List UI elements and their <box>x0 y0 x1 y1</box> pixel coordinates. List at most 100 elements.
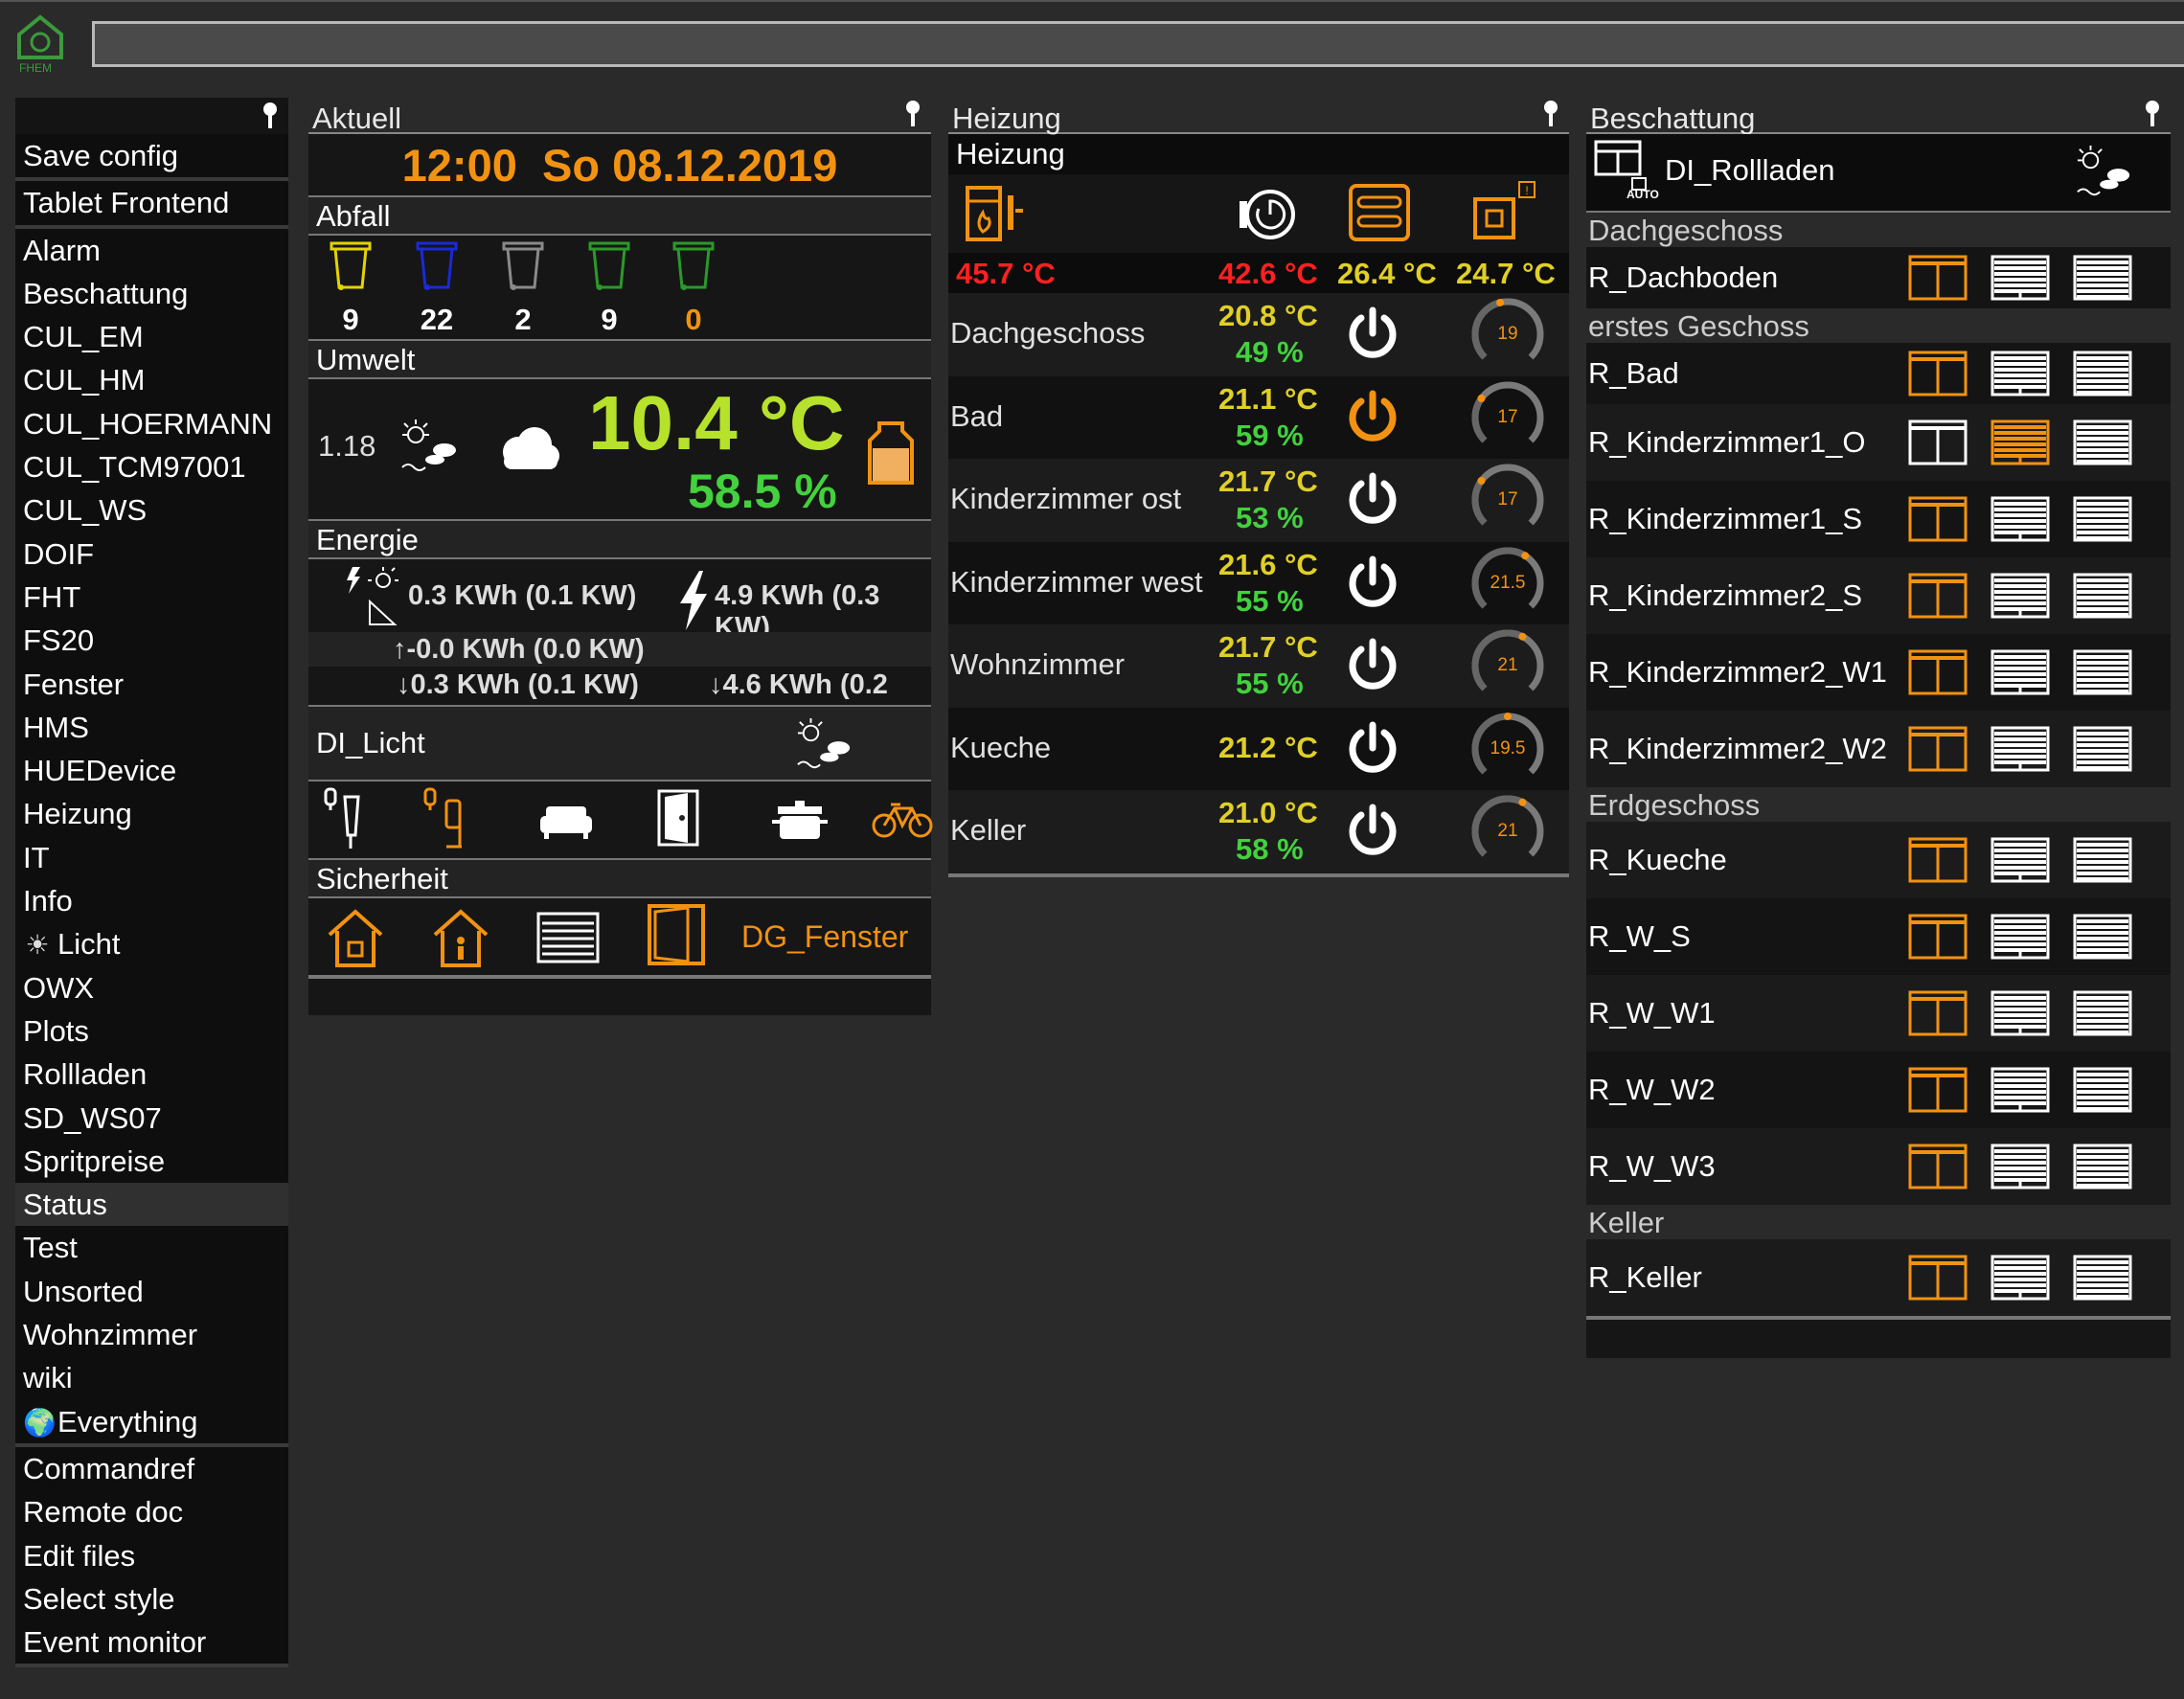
shutter-half-icon[interactable] <box>1991 649 2050 695</box>
menu-item-huedevice[interactable]: HUEDevice <box>15 749 288 792</box>
shutter-half-icon[interactable] <box>1991 255 2050 301</box>
house-lock-icon[interactable] <box>326 908 385 969</box>
shutter-half-icon[interactable] <box>1991 726 2050 772</box>
menu-item-it[interactable]: IT <box>15 836 288 879</box>
sun-cloud-icon[interactable] <box>793 716 856 774</box>
shutter-open-icon[interactable] <box>1908 837 1968 883</box>
menu-item-plots[interactable]: Plots <box>15 1009 288 1053</box>
shutter-name[interactable]: R_Kinderzimmer2_S <box>1588 578 1862 613</box>
menu-item-wiki[interactable]: wiki <box>15 1356 288 1399</box>
shutter-name[interactable]: R_Kinderzimmer1_S <box>1588 502 1862 536</box>
power-icon[interactable] <box>1345 390 1400 445</box>
door-icon[interactable] <box>655 789 701 847</box>
shutter-name[interactable]: R_Dachboden <box>1588 261 1778 295</box>
shutter-open-icon[interactable] <box>1908 255 1968 301</box>
menu-item-fs20[interactable]: FS20 <box>15 619 288 662</box>
wall-lamp-icon[interactable] <box>322 787 360 850</box>
command-input[interactable] <box>92 21 2184 67</box>
heating-room-row[interactable]: Kueche 21.2 °C 19.5 <box>948 707 1569 790</box>
shutter-half-icon[interactable] <box>1991 419 2050 465</box>
shutter-half-icon[interactable] <box>1991 351 2050 396</box>
menu-item-edit-files[interactable]: Edit files <box>15 1534 288 1577</box>
power-icon[interactable] <box>1345 804 1400 859</box>
power-icon[interactable] <box>1345 555 1400 611</box>
shutter-open-icon[interactable] <box>1908 726 1968 772</box>
power-icon[interactable] <box>1345 306 1400 362</box>
menu-item-doif[interactable]: DOIF <box>15 532 288 576</box>
heating-room-row[interactable]: Bad 21.1 °C 59 % 17 <box>948 375 1569 459</box>
heating-room-row[interactable]: Kinderzimmer west 21.6 °C 55 % 21.5 <box>948 541 1569 624</box>
shutter-open-icon[interactable] <box>1908 1067 1968 1113</box>
menu-item-sd-ws07[interactable]: SD_WS07 <box>15 1097 288 1140</box>
shutter-name[interactable]: R_Keller <box>1588 1260 1702 1295</box>
menu-item-fht[interactable]: FHT <box>15 576 288 619</box>
shutter-name[interactable]: R_Bad <box>1588 356 1679 391</box>
shutter-open-icon[interactable] <box>1908 649 1968 695</box>
menu-item-unsorted[interactable]: Unsorted <box>15 1270 288 1313</box>
heating-room-row[interactable]: Keller 21.0 °C 58 % 21 <box>948 790 1569 873</box>
shutter-half-icon[interactable] <box>1991 914 2050 960</box>
window-label[interactable]: DG_Fenster <box>741 919 908 955</box>
menu-item-heizung[interactable]: Heizung <box>15 792 288 835</box>
heating-room-row[interactable]: Kinderzimmer ost 21.7 °C 53 % 17 <box>948 459 1569 542</box>
menu-item-cul-ws[interactable]: CUL_WS <box>15 488 288 532</box>
menu-item-beschattung[interactable]: Beschattung <box>15 272 288 315</box>
shutter-half-icon[interactable] <box>1991 1255 2050 1301</box>
menu-item-remote-doc[interactable]: Remote doc <box>15 1490 288 1533</box>
menu-item-hms[interactable]: HMS <box>15 706 288 749</box>
shutter-closed-icon[interactable] <box>2073 1255 2132 1301</box>
pin-icon[interactable] <box>2144 100 2161 128</box>
menu-item-rollladen[interactable]: Rollladen <box>15 1053 288 1096</box>
menu-item-cul-hoermann[interactable]: CUL_HOERMANN <box>15 402 288 445</box>
shutter-open-icon[interactable] <box>1908 990 1968 1036</box>
shutter-name[interactable]: R_Kinderzimmer2_W1 <box>1588 655 1887 690</box>
shutter-name[interactable]: R_Kueche <box>1588 843 1727 877</box>
menu-item-fenster[interactable]: Fenster <box>15 663 288 706</box>
shutter-half-icon[interactable] <box>1991 837 2050 883</box>
pin-icon[interactable] <box>262 102 279 130</box>
menu-item-select-style[interactable]: Select style <box>15 1577 288 1620</box>
shutter-name[interactable]: R_Kinderzimmer2_W2 <box>1588 732 1887 766</box>
heating-room-row[interactable]: Dachgeschoss 20.8 °C 49 % 19 <box>948 293 1569 376</box>
shutter-closed-icon[interactable] <box>2073 837 2132 883</box>
shutter-closed-icon[interactable] <box>2073 914 2132 960</box>
sofa-icon[interactable] <box>538 803 594 841</box>
window-icon[interactable] <box>648 904 705 965</box>
shutter-half-icon[interactable] <box>1991 1067 2050 1113</box>
shutter-closed-icon[interactable] <box>2073 649 2132 695</box>
shutter-open-icon[interactable] <box>1908 573 1968 619</box>
shutter-open-icon[interactable] <box>1908 1255 1968 1301</box>
power-icon[interactable] <box>1345 721 1400 777</box>
garage-door-icon[interactable] <box>536 912 600 963</box>
shutter-name[interactable]: R_Kinderzimmer1_O <box>1588 425 1865 460</box>
power-icon[interactable] <box>1345 638 1400 693</box>
menu-item-tablet-frontend[interactable]: Tablet Frontend <box>15 181 288 224</box>
bicycle-icon[interactable] <box>872 801 933 839</box>
menu-item-commandref[interactable]: Commandref <box>15 1447 288 1490</box>
power-icon[interactable] <box>1345 472 1400 528</box>
shutter-closed-icon[interactable] <box>2073 1144 2132 1189</box>
menu-item-cul-hm[interactable]: CUL_HM <box>15 358 288 401</box>
menu-item-status[interactable]: Status <box>15 1183 288 1227</box>
shutter-open-icon[interactable] <box>1908 1144 1968 1189</box>
shutter-half-icon[interactable] <box>1991 496 2050 542</box>
shutter-closed-icon[interactable] <box>2073 351 2132 396</box>
menu-item-cul-em[interactable]: CUL_EM <box>15 315 288 358</box>
shutter-closed-icon[interactable] <box>2073 573 2132 619</box>
menu-item-everything[interactable]: 🌍Everything <box>15 1400 288 1443</box>
pin-icon[interactable] <box>1542 100 1559 128</box>
menu-item-info[interactable]: Info <box>15 879 288 922</box>
shutter-closed-icon[interactable] <box>2073 419 2132 465</box>
menu-item-licht[interactable]: ☀ Licht <box>15 922 288 965</box>
menu-item-owx[interactable]: OWX <box>15 966 288 1009</box>
shutter-open-icon[interactable] <box>1908 351 1968 396</box>
sun-cloud-icon[interactable] <box>2073 144 2136 201</box>
shutter-closed-icon[interactable] <box>2073 496 2132 542</box>
cooking-pot-icon[interactable] <box>772 799 828 843</box>
shutter-closed-icon[interactable] <box>2073 990 2132 1036</box>
shutter-open-icon[interactable] <box>1908 496 1968 542</box>
shutter-half-icon[interactable] <box>1991 573 2050 619</box>
shutter-closed-icon[interactable] <box>2073 255 2132 301</box>
shutter-name[interactable]: R_W_W3 <box>1588 1149 1716 1184</box>
menu-item-event-monitor[interactable]: Event monitor <box>15 1620 288 1664</box>
